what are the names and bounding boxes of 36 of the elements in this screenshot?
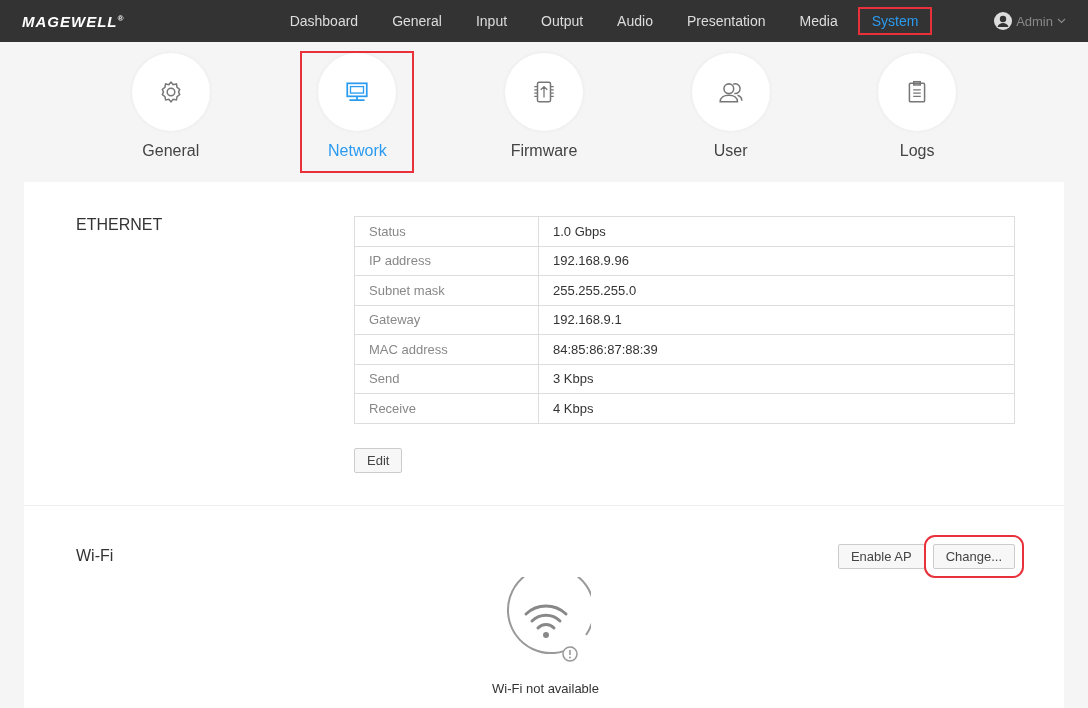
- field-value: 4 Kbps: [538, 393, 1015, 423]
- nav-link[interactable]: General: [380, 9, 454, 33]
- field-value: 192.168.9.96: [538, 246, 1015, 276]
- field-value: 84:85:86:87:88:39: [538, 334, 1015, 364]
- wifi-status-text: Wi-Fi not available: [492, 680, 599, 696]
- nav-link[interactable]: System: [859, 9, 931, 33]
- field-value: 1.0 Gbps: [538, 216, 1015, 246]
- section-title: Wi-Fi: [76, 547, 115, 565]
- section-tab[interactable]: General: [115, 53, 226, 171]
- field-label: MAC address: [354, 334, 539, 364]
- section-tab[interactable]: User: [675, 53, 786, 171]
- field-label: Send: [354, 364, 539, 394]
- field-label: Receive: [354, 393, 539, 423]
- section-tab[interactable]: Logs: [862, 53, 973, 171]
- field-label: IP address: [354, 246, 539, 276]
- brand-logo: MAGEWELL$^{®}$: [22, 12, 126, 30]
- nav-link[interactable]: Output: [529, 9, 596, 33]
- nav-link[interactable]: Presentation: [674, 9, 778, 33]
- nav-link[interactable]: Media: [787, 9, 850, 33]
- field-label: Status: [354, 216, 539, 246]
- nav-link[interactable]: Dashboard: [277, 9, 371, 33]
- caret-icon[interactable]: [1057, 18, 1066, 24]
- user-menu[interactable]: Admin: [1016, 13, 1053, 29]
- chip-icon: [531, 79, 557, 105]
- section-tab[interactable]: Firmware: [489, 53, 599, 171]
- nav-link[interactable]: Audio: [605, 9, 665, 33]
- user-avatar-icon[interactable]: [994, 12, 1013, 30]
- field-label: Gateway: [354, 305, 539, 335]
- nav-link[interactable]: Input: [463, 9, 520, 33]
- section-title: ETHERNET: [76, 216, 164, 235]
- field-label: Subnet mask: [354, 275, 539, 305]
- field-value: 3 Kbps: [538, 364, 1015, 394]
- edit-button[interactable]: Edit: [354, 447, 403, 473]
- wifi-button[interactable]: Enable AP: [837, 543, 925, 569]
- field-value: 255.255.255.0: [538, 275, 1015, 305]
- field-value: 192.168.9.1: [538, 305, 1015, 335]
